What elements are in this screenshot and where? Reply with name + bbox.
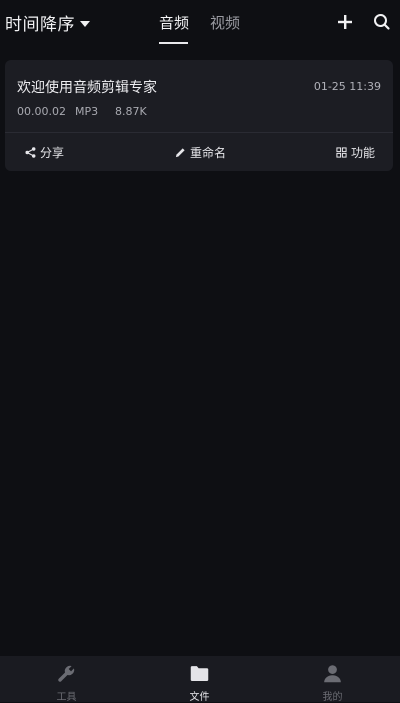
add-button[interactable] <box>335 12 355 32</box>
nav-item-tools[interactable]: 工具 <box>0 656 133 703</box>
nav-item-mine[interactable]: 我的 <box>266 656 399 703</box>
sort-label: 时间降序 <box>5 15 75 35</box>
file-card[interactable]: 欢迎使用音频剪辑专家 01-25 11:39 00.00.02 MP3 8.87… <box>5 60 393 171</box>
file-format: MP3 <box>75 105 99 118</box>
tab-audio[interactable]: 音频 <box>159 12 189 33</box>
file-size: 8.87K <box>115 105 147 118</box>
nav-label-tools: 工具 <box>56 692 77 703</box>
search-icon <box>374 14 390 30</box>
nav-label-mine: 我的 <box>322 692 343 703</box>
card-divider <box>5 132 393 133</box>
file-date: 01-25 11:39 <box>313 80 381 93</box>
pencil-icon <box>175 148 185 158</box>
file-duration: 00.00.02 <box>17 105 66 118</box>
function-label: 功能 <box>351 146 376 160</box>
caret-down-icon <box>80 20 90 27</box>
user-icon <box>324 665 341 683</box>
share-button[interactable]: 分享 <box>25 144 64 161</box>
nav-label-files: 文件 <box>189 692 210 703</box>
rename-label: 重命名 <box>190 146 227 160</box>
folder-icon <box>190 666 209 681</box>
grid-icon <box>336 147 347 158</box>
share-label: 分享 <box>40 146 65 160</box>
rename-button[interactable]: 重命名 <box>175 144 226 161</box>
active-tab-indicator <box>159 42 188 44</box>
share-icon <box>25 147 36 158</box>
tab-video[interactable]: 视频 <box>210 12 240 33</box>
bottom-nav: 工具 文件 我的 <box>0 656 400 703</box>
nav-item-files[interactable]: 文件 <box>133 656 266 703</box>
function-button[interactable]: 功能 <box>336 144 375 161</box>
sort-dropdown[interactable]: 时间降序 <box>5 10 90 35</box>
plus-icon <box>338 15 352 29</box>
wrench-icon <box>58 665 75 682</box>
file-info[interactable]: 欢迎使用音频剪辑专家 01-25 11:39 00.00.02 MP3 8.87… <box>5 60 393 132</box>
top-bar: 时间降序 音频 视频 <box>0 0 400 46</box>
file-title: 欢迎使用音频剪辑专家 <box>17 80 157 96</box>
search-button[interactable] <box>372 12 392 32</box>
